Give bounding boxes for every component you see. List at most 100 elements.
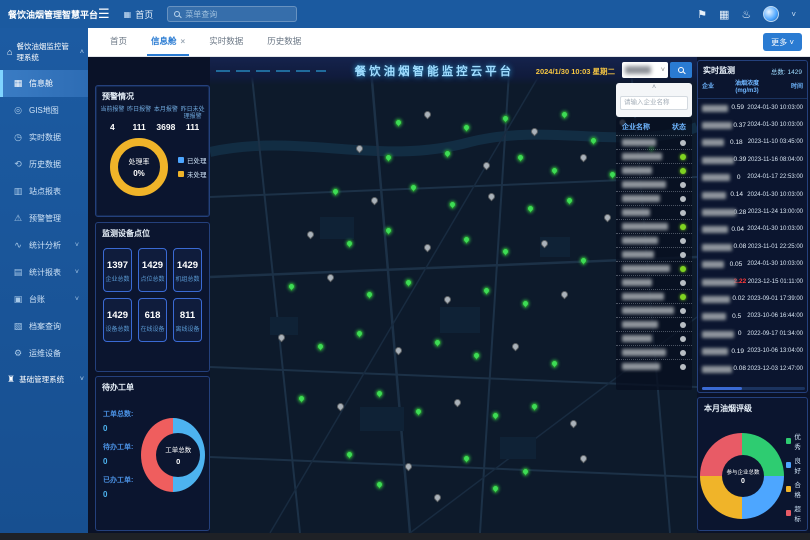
list-item[interactable]	[616, 177, 692, 191]
table-row[interactable]: 0.182023-11-10 03:45:00	[698, 134, 807, 151]
table-row[interactable]: 0.082023-11-01 22:25:00	[698, 238, 807, 255]
device-stat-box[interactable]: 1429设备总数	[103, 298, 132, 342]
hamburger-menu-icon[interactable]: ☰	[98, 6, 110, 22]
redacted-text	[702, 313, 726, 320]
list-item[interactable]	[616, 317, 692, 331]
analysis-icon: ∿	[13, 240, 23, 251]
sidebar-item-实时数据[interactable]: ◷实时数据	[0, 124, 88, 151]
device-stat-box[interactable]: 1429点位总数	[138, 248, 167, 292]
sidebar-item-label: 统计报表	[29, 267, 61, 278]
list-item[interactable]	[616, 205, 692, 219]
list-item[interactable]	[616, 359, 692, 373]
list-item[interactable]	[616, 135, 692, 149]
table-row[interactable]: 02022-09-17 01:34:00	[698, 325, 807, 342]
apps-icon[interactable]: ▦	[719, 8, 729, 21]
table-row[interactable]: 02024-01-17 22:53:00	[698, 169, 807, 186]
tab-实时数据[interactable]: 实时数据	[197, 35, 255, 56]
time-cell: 2023-11-16 08:04:00	[748, 157, 803, 163]
tab-信息舱[interactable]: 信息舱×	[139, 35, 197, 56]
redacted-text	[702, 366, 732, 373]
table-row[interactable]: 0.082023-12-03 12:47:00	[698, 360, 807, 377]
menu-search[interactable]	[167, 6, 297, 22]
device-stat-value: 1429	[139, 260, 166, 271]
company-cell-redacted	[702, 203, 732, 221]
table-row[interactable]: 0.282023-11-24 13:00:00	[698, 203, 807, 220]
more-button[interactable]: 更多 ˅	[763, 33, 802, 51]
status-dot	[680, 224, 686, 230]
device-stat-box[interactable]: 1397企业总数	[103, 248, 132, 292]
warning-stat-label: 昨日未处理报警	[179, 107, 206, 121]
table-row[interactable]: 0.372024-01-30 10:03:00	[698, 116, 807, 133]
sidebar-item-GIS地图[interactable]: ◎GIS地图	[0, 97, 88, 124]
list-item[interactable]	[616, 233, 692, 247]
list-item[interactable]	[616, 149, 692, 163]
table-row[interactable]: 0.52023-10-06 16:44:00	[698, 308, 807, 325]
table-row[interactable]: 0.052024-01-30 10:03:00	[698, 256, 807, 273]
horizontal-scrollbar[interactable]	[702, 387, 805, 390]
sidebar-item-运维设备[interactable]: ⚙运维设备	[0, 340, 88, 367]
status-dot	[680, 196, 686, 202]
company-name-header: 企业名称	[622, 122, 650, 132]
device-stat-box[interactable]: 618在线设备	[138, 298, 167, 342]
status-dot	[680, 154, 686, 160]
collapse-chevron-icon[interactable]: ˄	[620, 84, 688, 91]
tab-历史数据[interactable]: 历史数据	[255, 35, 313, 56]
sidebar-item-信息舱[interactable]: ▦信息舱	[0, 70, 88, 97]
workorder-stat: 已办工单:0	[103, 475, 139, 499]
sidebar-group-base[interactable]: ♜ 基础管理系统 ˅	[0, 367, 88, 392]
company-select-dropdown[interactable]: ˅	[622, 62, 668, 78]
device-stat-box[interactable]: 1429机组总数	[173, 248, 202, 292]
table-row[interactable]: 0.392023-11-16 08:04:00	[698, 151, 807, 168]
sidebar-item-预警管理[interactable]: ⚠预警管理	[0, 205, 88, 232]
list-item[interactable]	[616, 289, 692, 303]
notification-icon[interactable]: ♨	[741, 8, 751, 21]
company-search-input[interactable]	[620, 96, 688, 110]
warning-stat-value: 3698	[153, 122, 180, 132]
close-icon[interactable]: ×	[181, 37, 186, 46]
table-row[interactable]: 2.222023-12-15 01:11:00	[698, 273, 807, 290]
sidebar-item-历史数据[interactable]: ⟲历史数据	[0, 151, 88, 178]
tab-首页[interactable]: 首页	[98, 35, 139, 56]
device-stat-box[interactable]: 811离线设备	[173, 298, 202, 342]
legend-item: 优秀	[786, 431, 807, 451]
nav-home[interactable]: ▦ 首页	[124, 8, 154, 21]
sidebar-group-monitoring[interactable]: ⌂ 餐饮油烟监控管理系统 ˄	[0, 34, 88, 70]
list-item[interactable]	[616, 219, 692, 233]
sidebar-item-统计分析[interactable]: ∿统计分析˅	[0, 232, 88, 259]
table-row[interactable]: 0.592024-01-30 10:03:00	[698, 99, 807, 116]
redacted-text	[622, 293, 664, 300]
map-canvas[interactable]: 餐饮油烟智能监控云平台 2024/1/30 10:03 星期二 ˅ ˄	[210, 57, 697, 533]
list-item[interactable]	[616, 247, 692, 261]
workorder-donut: 工单总数 0	[141, 418, 205, 492]
sidebar-item-档案查询[interactable]: ▧档案查询	[0, 313, 88, 340]
time-cell: 2023-10-06 16:44:00	[747, 313, 803, 319]
redacted-text	[622, 209, 650, 216]
realtime-column-headers: 企业 油烟浓度 (mg/m3) 时间	[698, 78, 807, 99]
table-row[interactable]: 0.022023-09-01 17:39:00	[698, 290, 807, 307]
concentration-cell: 0	[730, 174, 747, 181]
table-row[interactable]: 0.042024-01-30 10:03:00	[698, 221, 807, 238]
list-item[interactable]	[616, 261, 692, 275]
redacted-text	[702, 331, 734, 338]
list-item[interactable]	[616, 163, 692, 177]
redacted-text	[702, 192, 726, 199]
theme-icon[interactable]: ⚑	[697, 8, 707, 21]
device-stat-label: 机组总数	[174, 274, 201, 283]
sidebar-item-统计报表[interactable]: ▤统计报表˅	[0, 259, 88, 286]
list-item[interactable]	[616, 303, 692, 317]
chevron-down-icon[interactable]: ˅	[791, 10, 796, 19]
table-row[interactable]: 0.192023-10-06 13:04:00	[698, 342, 807, 359]
list-item[interactable]	[616, 275, 692, 289]
list-item[interactable]	[616, 331, 692, 345]
map-search-button[interactable]	[670, 62, 692, 78]
table-row[interactable]: 0.142024-01-30 10:03:00	[698, 186, 807, 203]
list-item[interactable]	[616, 191, 692, 205]
avatar[interactable]	[763, 6, 779, 22]
menu-search-input[interactable]	[185, 10, 285, 19]
warning-stat-label: 当前报警	[99, 107, 126, 121]
sidebar-item-站点报表[interactable]: ▥站点报表	[0, 178, 88, 205]
company-cell-redacted	[702, 325, 732, 343]
list-item[interactable]	[616, 345, 692, 359]
realtime-title: 实时监测	[703, 65, 735, 76]
sidebar-item-台账[interactable]: ▣台账˅	[0, 286, 88, 313]
